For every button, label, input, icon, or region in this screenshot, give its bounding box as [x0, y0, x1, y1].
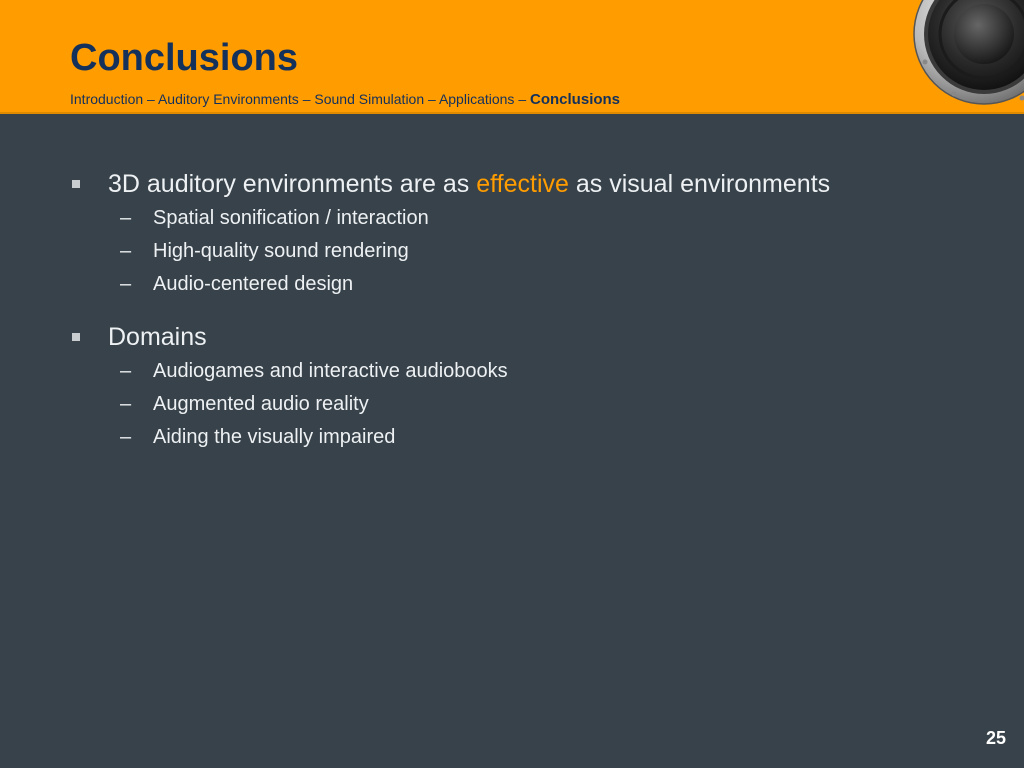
sub-item: – Aiding the visually impaired	[70, 421, 970, 454]
bullet-text: Domains	[108, 323, 207, 351]
sub-item: – High-quality sound rendering	[70, 235, 970, 268]
sub-item: – Audiogames and interactive audiobooks	[70, 355, 970, 388]
square-bullet-icon	[72, 180, 80, 188]
sub-item: – Augmented audio reality	[70, 388, 970, 421]
bullet-item: Domains	[70, 319, 970, 355]
breadcrumb-separator: –	[424, 91, 439, 107]
highlighted-word: effective	[476, 170, 569, 198]
breadcrumb-separator: –	[298, 91, 315, 107]
dash-bullet-icon: –	[120, 426, 132, 448]
sub-item: – Audio-centered design	[70, 268, 970, 301]
dash-bullet-icon: –	[120, 207, 132, 229]
slide-header: Conclusions Introduction – Auditory Envi…	[0, 0, 1024, 112]
slide-title: Conclusions	[70, 37, 299, 79]
bullet-text: as visual environments	[568, 170, 831, 198]
sub-item-text: Augmented audio reality	[153, 393, 369, 415]
bullet-text: 3D auditory environments are as	[108, 170, 477, 198]
breadcrumb-item-current: Conclusions	[530, 91, 621, 108]
speaker-icon	[913, 0, 1024, 105]
dash-bullet-icon: –	[120, 393, 132, 415]
breadcrumb: Introduction – Auditory Environments – S…	[70, 90, 620, 109]
breadcrumb-item-auditory-environments: Auditory Environments	[157, 91, 299, 107]
sub-item-text: Aiding the visually impaired	[153, 426, 396, 448]
page-number: 25	[985, 728, 1006, 748]
bullet-item: 3D auditory environments are as effectiv…	[70, 166, 970, 202]
sub-item-text: Audiogames and interactive audiobooks	[153, 360, 508, 382]
breadcrumb-separator: –	[514, 91, 531, 107]
square-bullet-icon	[72, 333, 80, 341]
sub-item-text: Spatial sonification / interaction	[153, 207, 429, 229]
sub-item-text: Audio-centered design	[153, 273, 354, 295]
sub-item-text: High-quality sound rendering	[153, 240, 409, 262]
dash-bullet-icon: –	[120, 360, 132, 382]
sub-item: – Spatial sonification / interaction	[70, 202, 970, 235]
header-divider	[0, 112, 1024, 114]
breadcrumb-item-applications: Applications	[438, 91, 515, 107]
breadcrumb-item-sound-simulation: Sound Simulation	[314, 91, 425, 107]
breadcrumb-separator: –	[143, 91, 158, 107]
breadcrumb-item-introduction: Introduction	[70, 91, 144, 107]
dash-bullet-icon: –	[120, 240, 132, 262]
dash-bullet-icon: –	[120, 273, 132, 295]
slide-body: 3D auditory environments are as effectiv…	[70, 166, 970, 454]
